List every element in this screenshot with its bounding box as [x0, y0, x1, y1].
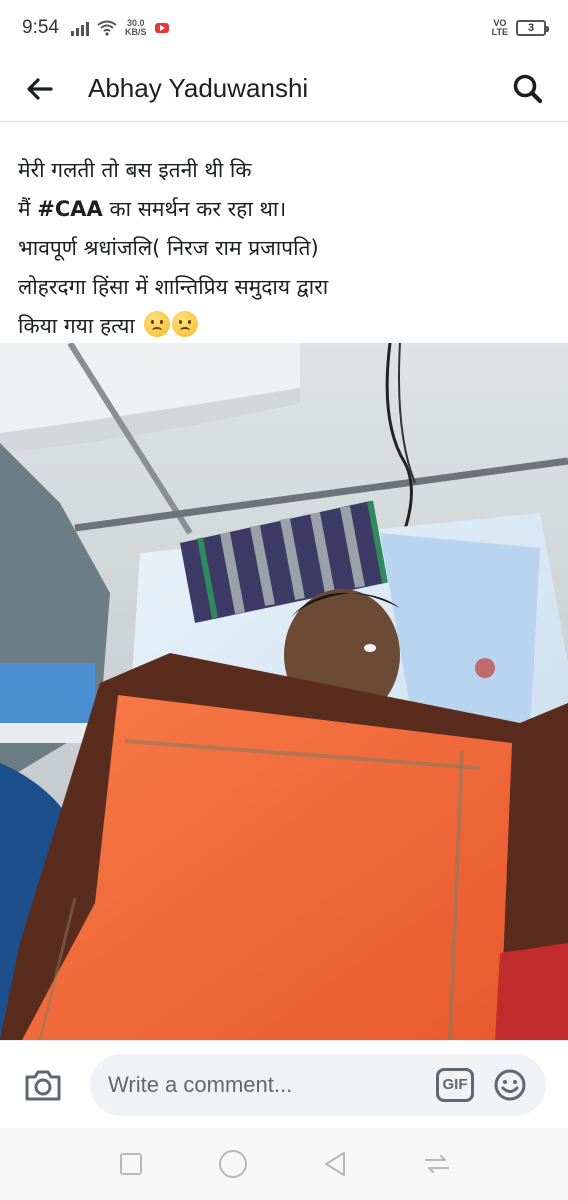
triangle-back-icon	[325, 1152, 345, 1176]
post-line-3: भावपूर्ण श्रधांजलि( निरज राम प्रजापति)	[18, 236, 319, 260]
post-photo[interactable]	[0, 343, 568, 1040]
recents-button[interactable]	[113, 1146, 149, 1182]
youtube-notification-icon	[154, 23, 169, 33]
emoji-button[interactable]	[492, 1067, 528, 1103]
back-button[interactable]	[20, 69, 60, 109]
net-speed-indicator: 30.0 KB/S	[124, 18, 147, 37]
home-button[interactable]	[215, 1146, 251, 1182]
status-time: 9:54	[22, 17, 59, 38]
post-line-2: मैं #CAA का समर्थन कर रहा था।	[18, 190, 558, 229]
sad-face-emoji-icon	[171, 311, 198, 337]
post-line-5: किया गया हत्या	[18, 307, 558, 343]
battery-icon: 3	[516, 20, 549, 36]
sad-face-emoji-icon	[143, 311, 170, 337]
back-nav-button[interactable]	[317, 1146, 353, 1182]
comment-placeholder: Write a comment...	[108, 1071, 293, 1097]
signal-icon	[70, 20, 89, 36]
hashtag-link[interactable]: #CAA	[37, 197, 103, 221]
search-icon	[513, 74, 543, 103]
comment-bar: Write a comment... GIF	[0, 1040, 568, 1128]
post-body: मेरी गलती तो बस इतनी थी कि मैं #CAA का स…	[0, 123, 568, 343]
camera-icon	[25, 1070, 61, 1100]
gif-label: GIF	[442, 1076, 468, 1093]
rotate-icon	[425, 1155, 449, 1173]
smiley-icon	[494, 1069, 526, 1100]
post-line-2-suffix: का समर्थन कर रहा था।	[109, 197, 287, 221]
post-text: मेरी गलती तो बस इतनी थी कि मैं #CAA का स…	[18, 151, 558, 343]
battery-level: 3	[527, 22, 535, 34]
system-nav-bar	[0, 1128, 568, 1200]
post-line-1: मेरी गलती तो बस इतनी थी कि	[18, 158, 252, 182]
hospital-bed-photo	[0, 343, 568, 1040]
post-line-5-text: किया गया हत्या	[18, 314, 135, 338]
gif-button[interactable]: GIF	[436, 1067, 474, 1102]
volte-indicator: VO LTE	[491, 18, 508, 37]
circle-icon	[219, 1150, 247, 1178]
comment-input[interactable]: Write a comment... GIF	[90, 1053, 546, 1116]
rotate-button[interactable]	[419, 1146, 455, 1182]
page-title[interactable]: Abhay Yaduwanshi	[88, 73, 308, 104]
search-button[interactable]	[508, 69, 548, 109]
post-line-4: लोहरदगा हिंसा में शान्तिप्रिय समुदाय द्व…	[18, 275, 329, 299]
square-icon	[120, 1153, 142, 1175]
wifi-icon	[97, 20, 117, 36]
header-bar: Abhay Yaduwanshi	[0, 56, 568, 122]
camera-button[interactable]	[20, 1062, 66, 1108]
status-bar: 9:54 30.0 KB/S VO LTE 3	[0, 0, 568, 56]
back-arrow-icon	[27, 77, 53, 100]
post-line-2-prefix: मैं	[18, 197, 31, 221]
